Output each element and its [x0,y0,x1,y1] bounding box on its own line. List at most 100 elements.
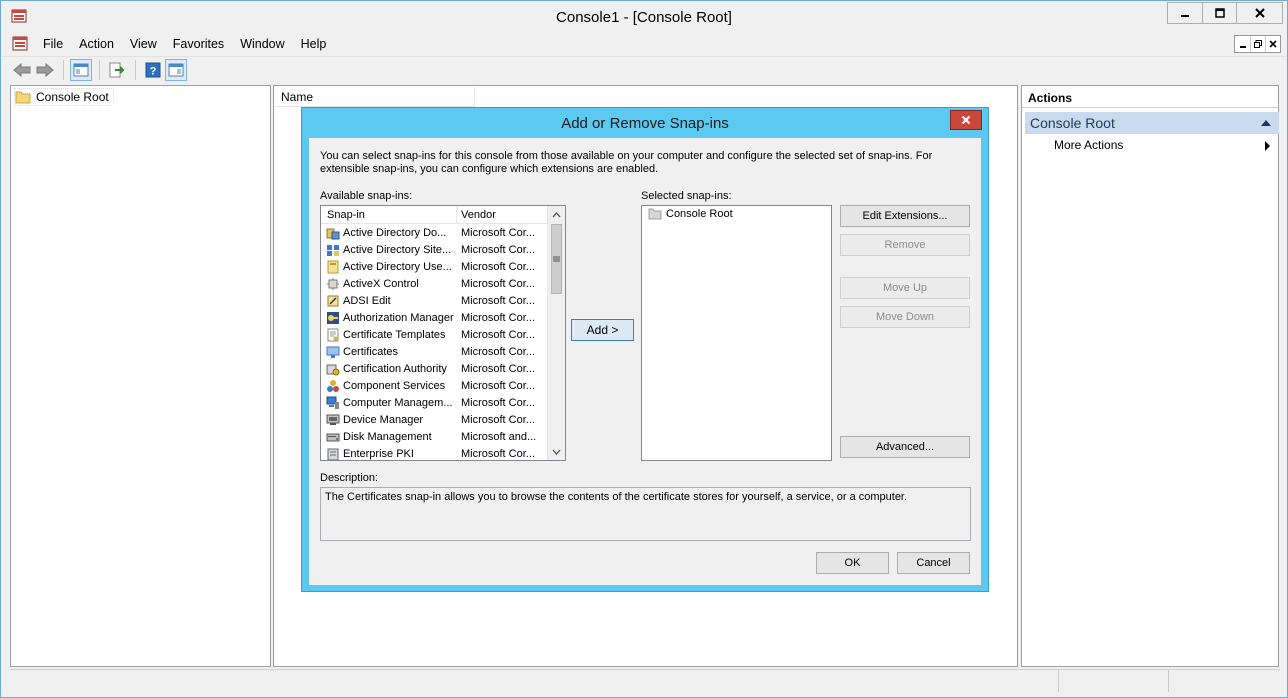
snapin-vendor: Microsoft Cor... [461,329,535,341]
back-button[interactable] [11,59,33,81]
snapin-vendor: Microsoft Cor... [461,397,535,409]
adsi-edit-icon [327,295,339,307]
ad-domains-icon [326,228,340,240]
certificates-icon [326,346,340,358]
chevron-down-icon [552,449,561,455]
menu-help[interactable]: Help [293,37,335,51]
menu-file[interactable]: File [35,37,71,51]
snapin-name: Active Directory Do... [343,227,447,239]
window-title: Console1 - [Console Root] [556,9,732,26]
back-arrow-icon [13,62,31,77]
help-button[interactable]: ? [142,59,164,81]
list-item[interactable]: Certificate Templates Microsoft Cor... [321,327,547,344]
scroll-thumb[interactable] [551,224,562,294]
maximize-button[interactable] [1202,3,1236,23]
list-item[interactable]: Active Directory Use... Microsoft Cor... [321,259,547,276]
forward-arrow-icon [36,62,54,77]
actions-pane: Actions Console Root More Actions [1021,85,1279,667]
list-item[interactable]: ADSI Edit Microsoft Cor... [321,293,547,310]
toolbar-separator [135,59,136,80]
description-box: The Certificates snap-in allows you to b… [320,487,971,541]
menu-view[interactable]: View [122,37,165,51]
tree-item-console-root[interactable]: Console Root [14,88,114,106]
snapin-name: Disk Management [343,431,432,443]
status-cell [1168,670,1169,692]
snapin-name: Component Services [343,380,446,392]
description-text: The Certificates snap-in allows you to b… [325,491,908,503]
actions-title: Actions [1022,86,1278,108]
snapin-name: Certificates [343,346,399,358]
move-up-button[interactable]: Move Up [840,277,970,299]
edit-extensions-button[interactable]: Edit Extensions... [840,205,970,227]
available-snapins-label: Available snap-ins: [320,190,413,202]
list-item[interactable]: Certificates Microsoft Cor... [321,344,547,361]
selected-item-label: Console Root [666,208,733,220]
list-item[interactable]: Enterprise PKI Microsoft Cor... [321,446,547,460]
minimize-icon [1181,15,1189,17]
minimize-button[interactable] [1168,3,1202,23]
snapin-vendor: Microsoft Cor... [461,244,535,256]
name-column-header[interactable]: Name [275,87,475,107]
snapin-rows: Active Directory Do... Microsoft Cor... … [321,225,547,460]
list-item[interactable]: Device Manager Microsoft Cor... [321,412,547,429]
enterprise-pki-icon [327,448,339,460]
list-item[interactable]: Disk Management Microsoft and... [321,429,547,446]
dialog-intro-text: You can select snap-ins for this console… [320,150,933,175]
move-down-button[interactable]: Move Down [840,306,970,328]
snapin-name: Authorization Manager [343,312,454,324]
export-list-button[interactable] [106,59,128,81]
authorization-icon [327,312,339,324]
vendor-column-header[interactable]: Vendor [458,206,546,224]
available-snapins-list[interactable]: Snap-in Vendor Active Directory Do... Mi… [320,205,566,461]
snapin-name: Active Directory Use... [343,261,452,273]
add-button[interactable]: Add > [571,319,634,341]
disk-management-icon [326,433,340,442]
forward-button[interactable] [34,59,56,81]
activex-icon [327,278,339,290]
menu-action[interactable]: Action [71,37,122,51]
mdi-restore-button[interactable] [1250,36,1265,52]
menu-window[interactable]: Window [232,37,292,51]
console-tree-icon [73,63,89,76]
list-item[interactable]: ActiveX Control Microsoft Cor... [321,276,547,293]
list-item[interactable]: Certification Authority Microsoft Cor... [321,361,547,378]
folder-icon [648,208,662,220]
remove-button[interactable]: Remove [840,234,970,256]
mdi-minimize-button[interactable] [1235,36,1250,52]
cert-authority-icon [326,364,340,376]
collapse-caret-icon[interactable] [1261,120,1271,126]
minimize-icon [1239,46,1246,48]
list-item[interactable]: Active Directory Do... Microsoft Cor... [321,225,547,242]
actions-group-console-root[interactable]: Console Root [1025,112,1279,134]
menu-favorites[interactable]: Favorites [165,37,232,51]
list-item[interactable]: Computer Managem... Microsoft Cor... [321,395,547,412]
show-hide-tree-button[interactable] [70,58,92,81]
list-item[interactable]: Component Services Microsoft Cor... [321,378,547,395]
show-hide-action-pane-button[interactable] [165,58,187,81]
snapin-name: Device Manager [343,414,424,426]
scroll-down-button[interactable] [548,443,565,460]
device-manager-icon [326,414,340,425]
mdi-close-button[interactable] [1265,36,1280,52]
advanced-button[interactable]: Advanced... [840,436,970,458]
cancel-button[interactable]: Cancel [897,552,970,574]
close-button[interactable] [1236,3,1282,23]
selected-item-console-root[interactable]: Console Root [648,208,733,220]
computer-management-icon [326,396,339,409]
dialog-close-button[interactable] [950,110,982,130]
document-icon[interactable] [11,35,29,53]
more-actions-item[interactable]: More Actions [1054,138,1123,152]
selected-snapins-list[interactable]: Console Root [641,205,832,461]
window-controls [1167,2,1283,24]
list-item[interactable]: Active Directory Site... Microsoft Cor..… [321,242,547,259]
scroll-up-button[interactable] [548,206,565,223]
console-tree-pane: Console Root [10,85,271,667]
vertical-scrollbar[interactable] [547,206,565,460]
list-item[interactable]: Authorization Manager Microsoft Cor... [321,310,547,327]
snapin-vendor: Microsoft Cor... [461,363,535,375]
snapin-vendor: Microsoft and... [461,431,537,443]
snapin-column-header[interactable]: Snap-in [321,206,457,224]
ok-button[interactable]: OK [816,552,889,574]
title-bar[interactable]: Console1 - [Console Root] [1,1,1287,33]
status-bar [10,669,1280,692]
